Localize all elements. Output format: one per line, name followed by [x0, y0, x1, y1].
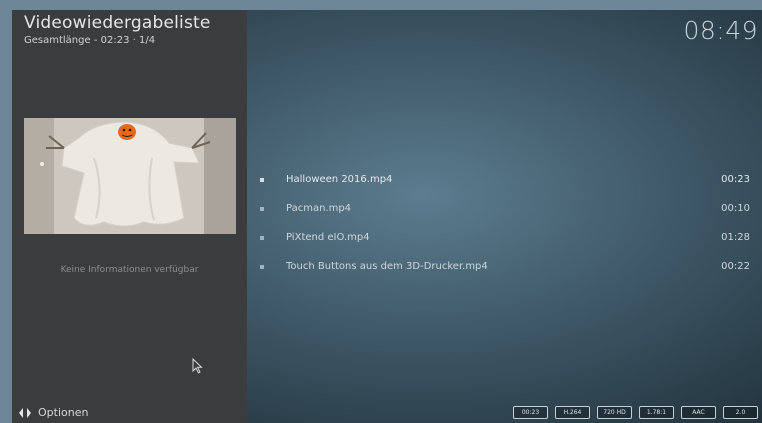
playlist-item[interactable]: Pacman.mp4 00:10	[260, 199, 750, 228]
playlist-summary: Gesamtlänge - 02:23 · 1/4	[24, 35, 156, 46]
video-codec-badge: H.264	[555, 406, 590, 419]
playlist-item-duration: 00:23	[721, 174, 750, 185]
playlist-item-duration: 00:22	[721, 261, 750, 272]
media-info-badges: 00:23 H.264 720 HD 1.78:1 AAC 2.0	[513, 406, 758, 419]
playlist-item[interactable]: Touch Buttons aus dem 3D-Drucker.mp4 00:…	[260, 257, 750, 286]
bullet-icon	[260, 265, 264, 269]
playlist-item[interactable]: Halloween 2016.mp4 00:23	[260, 170, 750, 199]
clock: 08:49	[683, 16, 758, 45]
bullet-icon	[260, 207, 264, 211]
no-info-text: Keine Informationen verfügbar	[60, 265, 199, 275]
bullet-icon	[260, 178, 264, 182]
playlist-item-name: Touch Buttons aus dem 3D-Drucker.mp4	[286, 261, 488, 272]
audio-channels-badge: 2.0	[723, 406, 758, 419]
ghost-thumbnail-image	[24, 118, 236, 234]
playlist: Halloween 2016.mp4 00:23 Pacman.mp4 00:1…	[260, 170, 750, 286]
options-button[interactable]: Optionen	[18, 406, 88, 419]
video-thumbnail[interactable]	[24, 118, 236, 234]
duration-badge: 00:23	[513, 406, 548, 419]
arrows-left-right-icon	[18, 407, 32, 419]
playlist-item-name: Pacman.mp4	[286, 203, 352, 214]
playlist-item[interactable]: PiXtend eIO.mp4 01:28	[260, 228, 750, 257]
playlist-item-duration: 00:10	[721, 203, 750, 214]
options-label: Optionen	[38, 406, 89, 419]
audio-codec-badge: AAC	[681, 406, 716, 419]
mouse-cursor-icon	[192, 357, 204, 378]
playlist-item-name: PiXtend eIO.mp4	[286, 232, 370, 243]
playlist-item-duration: 01:28	[721, 232, 750, 243]
sidebar: Videowiedergabeliste Gesamtlänge - 02:23…	[12, 10, 247, 423]
aspect-ratio-badge: 1.78:1	[639, 406, 674, 419]
resolution-badge: 720 HD	[597, 406, 632, 419]
bullet-icon	[260, 236, 264, 240]
kodi-screen: Videowiedergabeliste Gesamtlänge - 02:23…	[12, 10, 762, 423]
page-title: Videowiedergabeliste	[24, 13, 211, 33]
playlist-item-name: Halloween 2016.mp4	[286, 174, 393, 185]
